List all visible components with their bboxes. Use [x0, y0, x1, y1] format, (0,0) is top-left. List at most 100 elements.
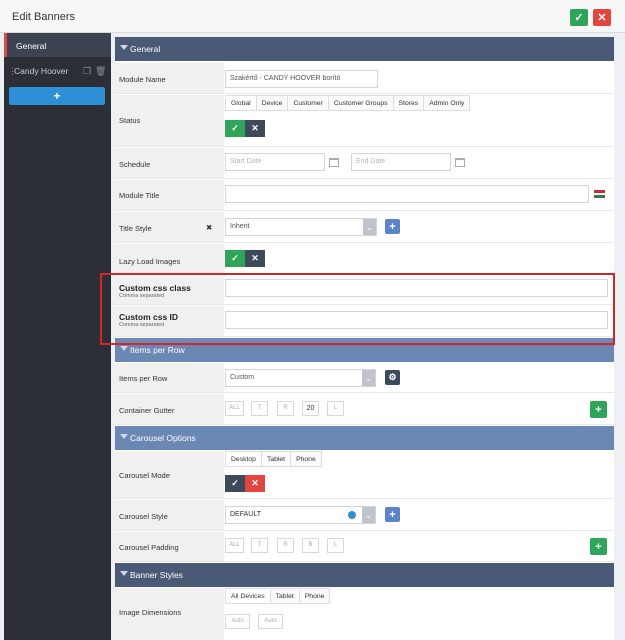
- container-gutter-row: Container Gutter ALL T R 20 L +: [115, 394, 614, 425]
- caret-down-icon: [120, 45, 128, 50]
- module-title-label: Module Title: [119, 191, 160, 200]
- calendar-icon[interactable]: [329, 158, 339, 167]
- banner-device-tabs: All Devices Tablet Phone: [225, 588, 331, 604]
- title-bar: Edit Banners ✓ ✕: [0, 0, 625, 33]
- chevron-down-icon[interactable]: ⌄: [362, 507, 375, 523]
- add-padding-button[interactable]: +: [590, 538, 607, 555]
- status-label: Status: [119, 116, 141, 125]
- title-style-row: Title Style ✖ Inherit ⌄ +: [115, 212, 614, 243]
- chevron-down-icon[interactable]: ⌄: [362, 370, 375, 386]
- add-style-button[interactable]: +: [385, 219, 400, 234]
- tab-customer[interactable]: Customer: [288, 95, 329, 111]
- x-icon[interactable]: ✕: [245, 250, 265, 267]
- items-per-row-label: Items per Row: [119, 374, 168, 383]
- gear-icon[interactable]: ⚙: [385, 370, 400, 385]
- section-title: Items per Row: [130, 345, 185, 355]
- module-name-label: Module Name: [119, 75, 166, 84]
- status-toggle[interactable]: ✓ ✕: [225, 120, 266, 137]
- schedule-row: Schedule Start Date End Date: [115, 148, 614, 179]
- carousel-padding-label: Carousel Padding: [119, 543, 179, 552]
- module-title-input[interactable]: [225, 185, 589, 203]
- x-icon[interactable]: ✕: [245, 120, 265, 137]
- window-title: Edit Banners: [12, 11, 75, 23]
- carousel-padding-row: Carousel Padding ALL T R B L +: [115, 532, 614, 562]
- edit-icon[interactable]: [348, 511, 356, 519]
- module-title-row: Module Title: [115, 180, 614, 211]
- language-flag-icon[interactable]: [594, 190, 605, 199]
- sidebar-item-candy-hoover[interactable]: ⋮ Candy Hoover ❐ 🗑: [4, 63, 111, 81]
- section-header-banner-styles[interactable]: Banner Styles: [115, 563, 614, 587]
- tab-desktop[interactable]: Desktop: [225, 451, 262, 467]
- section-header-general[interactable]: General: [115, 37, 614, 61]
- close-icon: ✕: [597, 12, 607, 24]
- tab-global[interactable]: Global: [225, 95, 257, 111]
- tab-tablet[interactable]: Tablet: [261, 451, 292, 467]
- tab-device[interactable]: Device: [256, 95, 289, 111]
- lazy-load-label: Lazy Load Images: [119, 257, 181, 266]
- edit-banners-window: Edit Banners ✓ ✕ General ⋮ Candy Hoover …: [0, 0, 625, 640]
- carousel-style-label: Carousel Style: [119, 512, 168, 521]
- section-header-carousel-options[interactable]: Carousel Options: [115, 426, 614, 450]
- close-button[interactable]: ✕: [593, 9, 611, 26]
- tab-all-devices[interactable]: All Devices: [225, 588, 271, 604]
- sidebar-item-general[interactable]: General: [4, 33, 111, 57]
- title-style-select[interactable]: Inherit: [225, 218, 377, 236]
- add-carousel-style-button[interactable]: +: [385, 507, 400, 522]
- check-icon[interactable]: ✓: [225, 250, 245, 267]
- padding-all-input[interactable]: ALL: [225, 538, 244, 553]
- padding-top-input[interactable]: T: [251, 538, 268, 553]
- chevron-down-icon[interactable]: ⌄: [363, 219, 376, 235]
- carousel-mode-row: Carousel Mode Desktop Tablet Phone ✓ ✕: [115, 451, 614, 499]
- gutter-top-input[interactable]: T: [251, 401, 268, 416]
- image-width-input[interactable]: Auto: [225, 614, 250, 629]
- tab-tablet[interactable]: Tablet: [270, 588, 300, 604]
- items-per-row-select[interactable]: Custom: [225, 369, 376, 387]
- calendar-icon[interactable]: [455, 158, 465, 167]
- caret-down-icon: [120, 571, 128, 576]
- caret-down-icon: [120, 346, 128, 351]
- tab-customer-groups[interactable]: Customer Groups: [328, 95, 394, 111]
- x-icon[interactable]: ✕: [245, 475, 265, 492]
- highlight-box: [100, 273, 615, 345]
- gutter-right-input[interactable]: R: [277, 401, 294, 416]
- padding-right-input[interactable]: R: [277, 538, 294, 553]
- save-button[interactable]: ✓: [570, 9, 588, 26]
- caret-down-icon: [120, 434, 128, 439]
- gutter-value-input[interactable]: 20: [302, 401, 319, 416]
- container-gutter-label: Container Gutter: [119, 406, 175, 415]
- gutter-left-input[interactable]: L: [327, 401, 344, 416]
- schedule-label: Schedule: [119, 160, 151, 169]
- title-style-label: Title Style: [119, 224, 152, 233]
- plus-icon: +: [53, 89, 61, 103]
- end-date-input[interactable]: End Date: [351, 153, 451, 171]
- tab-stores[interactable]: Stores: [393, 95, 425, 111]
- module-name-input[interactable]: Szakértő - CANDY HOOVER borító: [225, 70, 378, 88]
- check-icon[interactable]: ✓: [225, 120, 245, 137]
- section-title: Banner Styles: [130, 570, 183, 580]
- module-name-row: Module Name Szakértő - CANDY HOOVER borí…: [115, 63, 614, 94]
- sidebar-item-label: General: [16, 41, 47, 51]
- start-date-input[interactable]: Start Date: [225, 153, 325, 171]
- check-icon[interactable]: ✓: [225, 475, 245, 492]
- reset-icon[interactable]: ✖: [206, 223, 212, 232]
- section-title: Carousel Options: [130, 433, 196, 443]
- tab-admin-only[interactable]: Admin Only: [424, 95, 471, 111]
- carousel-mode-toggle[interactable]: ✓ ✕: [225, 475, 266, 492]
- image-dimensions-label: Image Dimensions: [119, 608, 182, 617]
- add-banner-button[interactable]: +: [9, 87, 105, 105]
- padding-bottom-input[interactable]: B: [302, 538, 319, 553]
- status-device-tabs: Global Device Customer Customer Groups S…: [225, 95, 471, 111]
- carousel-mode-label: Carousel Mode: [119, 471, 170, 480]
- padding-left-input[interactable]: L: [327, 538, 344, 553]
- tab-phone[interactable]: Phone: [291, 451, 322, 467]
- image-height-input[interactable]: Auto: [258, 614, 283, 629]
- lazy-load-toggle[interactable]: ✓ ✕: [225, 250, 266, 267]
- sidebar: General ⋮ Candy Hoover ❐ 🗑 +: [4, 33, 111, 640]
- gutter-all-input[interactable]: ALL: [225, 401, 244, 416]
- add-gutter-button[interactable]: +: [590, 401, 607, 418]
- copy-icon[interactable]: ❐: [83, 66, 91, 77]
- tab-phone[interactable]: Phone: [299, 588, 331, 604]
- check-icon: ✓: [574, 12, 584, 24]
- trash-icon[interactable]: 🗑: [95, 66, 106, 77]
- lazy-load-row: Lazy Load Images ✓ ✕: [115, 244, 614, 275]
